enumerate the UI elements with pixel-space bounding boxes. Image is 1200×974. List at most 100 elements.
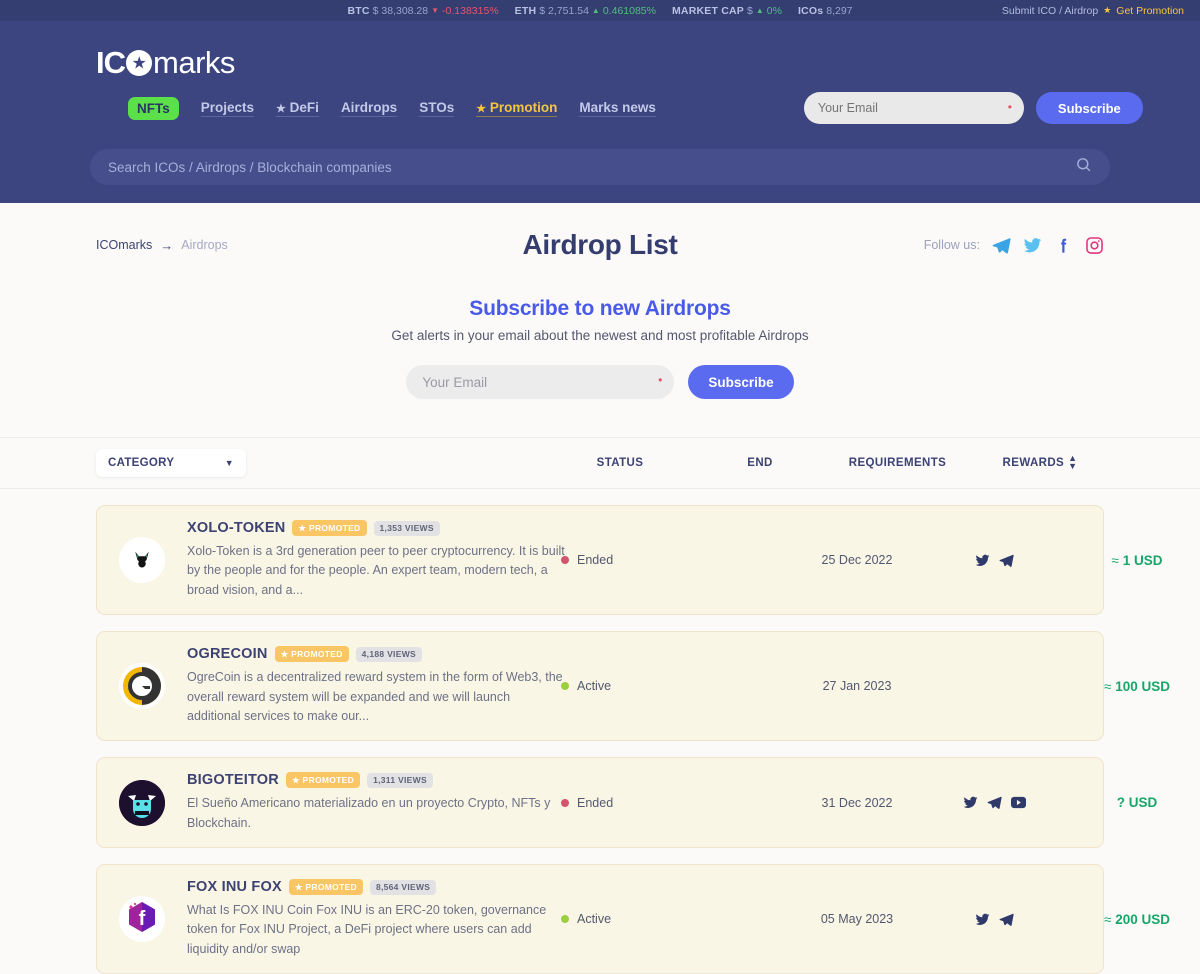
views-badge: 1,311 VIEWS — [367, 772, 433, 788]
subscribe-button[interactable]: Subscribe — [688, 365, 794, 399]
views-badge: 1,353 VIEWS — [373, 520, 440, 536]
status-dot-icon — [561, 556, 569, 565]
ticker-symbol: ETH — [514, 4, 537, 17]
ticker-change: 0% — [766, 4, 782, 17]
category-filter-dropdown[interactable]: CATEGORY ▼ — [96, 449, 246, 477]
status-label: Ended — [577, 795, 614, 810]
project-name[interactable]: XOLO-TOKEN — [187, 520, 285, 536]
ticker-item-market-cap: MARKET CAP $ ▲ 0% — [672, 5, 782, 17]
global-search-bar[interactable] — [90, 149, 1110, 185]
requirements-cell — [927, 553, 1062, 568]
twitter-icon[interactable] — [1023, 236, 1042, 255]
svg-text:f: f — [139, 908, 146, 930]
market-ticker-bar: BTC $ 38,308.28 ▼ -0.138315% ETH $ 2,751… — [0, 0, 1200, 21]
table-row[interactable]: f FOX INU FOX ★ PROMOTED 8,564 VIEWS Wha… — [96, 864, 1170, 974]
column-header-end: END — [747, 457, 773, 469]
follow-us-label: Follow us: — [923, 238, 980, 252]
promoted-badge: ★ PROMOTED — [285, 772, 361, 789]
foxinu-avatar: f — [119, 896, 165, 943]
required-asterisk-icon: • — [658, 373, 663, 387]
subscribe-title: Subscribe to new Airdrops — [469, 297, 731, 320]
arrow-up-icon: ▲ — [755, 5, 764, 15]
telegram-icon[interactable] — [999, 912, 1014, 927]
nav-item-label: Promotion — [489, 99, 558, 115]
reward-value: 200 USD — [1115, 911, 1170, 927]
subscribe-description: Get alerts in your email about the newes… — [391, 328, 809, 343]
ogrecoin-avatar — [119, 663, 165, 710]
youtube-icon[interactable] — [1011, 796, 1026, 809]
column-header-rewards-label: REWARDS — [1002, 457, 1065, 469]
promoted-badge: ★ PROMOTED — [274, 646, 349, 663]
page-body: ICOmarks → Airdrops Airdrop List Follow … — [0, 203, 1200, 974]
project-description: Xolo-Token is a 3rd generation peer to p… — [187, 544, 565, 597]
status-dot-icon — [561, 915, 569, 924]
nav-item-nfts[interactable]: NFTs — [128, 96, 179, 120]
follow-us: Follow us: — [924, 236, 1104, 255]
star-icon: ★ — [476, 102, 487, 115]
end-date-cell: 25 Dec 2022 — [821, 553, 893, 568]
end-date-cell: 31 Dec 2022 — [821, 795, 893, 810]
nav-item-projects[interactable]: Projects — [200, 100, 255, 117]
project-description: What Is FOX INU Coin Fox INU is an ERC-2… — [187, 903, 547, 956]
breadcrumb-home[interactable]: ICOmarks — [96, 238, 152, 252]
bigoteitor-avatar — [119, 779, 165, 826]
reward-cell: ? USD — [1072, 795, 1200, 810]
xolo-avatar — [119, 537, 165, 584]
twitter-icon[interactable] — [975, 912, 990, 927]
header-email-input[interactable] — [803, 92, 1024, 124]
header-subscribe-form: • Subscribe — [803, 92, 1143, 124]
end-date-cell: 27 Jan 2023 — [822, 679, 892, 694]
status-dot-icon — [561, 682, 569, 691]
icomarks-logo[interactable]: IC marks — [96, 47, 235, 78]
table-row[interactable]: XOLO-TOKEN ★ PROMOTED 1,353 VIEWS Xolo-T… — [96, 505, 1162, 616]
nav-item-marks-news[interactable]: Marks news — [579, 100, 656, 117]
ticker-change: 0.461085% — [602, 4, 656, 17]
facebook-icon[interactable] — [1054, 236, 1073, 255]
row-name-line: FOX INU FOX ★ PROMOTED 8,564 VIEWS — [187, 879, 567, 895]
nav-item-defi[interactable]: ★ DeFi — [276, 100, 319, 117]
status-cell: Ended — [561, 796, 721, 810]
twitter-icon[interactable] — [975, 553, 990, 568]
reward-cell: ≈ 1 USD — [1072, 553, 1200, 568]
row-info: FOX INU FOX ★ PROMOTED 8,564 VIEWS What … — [187, 879, 567, 959]
sort-arrows-icon[interactable]: ▲ ▼ — [1068, 454, 1077, 470]
project-name[interactable]: BIGOTEITOR — [187, 772, 279, 788]
ticker-symbol: BTC — [347, 4, 370, 17]
search-icon[interactable] — [1075, 156, 1092, 178]
reward-approx: ≈ — [1104, 911, 1112, 927]
subscribe-email-input[interactable] — [406, 365, 675, 399]
airdrop-list: XOLO-TOKEN ★ PROMOTED 1,353 VIEWS Xolo-T… — [0, 505, 1200, 974]
header-subscribe-button[interactable]: Subscribe — [1035, 92, 1143, 124]
chevron-down-icon: ▼ — [224, 458, 234, 468]
search-input[interactable] — [108, 159, 1075, 175]
arrow-up-icon: ▲ — [591, 5, 600, 15]
table-row[interactable]: BIGOTEITOR ★ PROMOTED 1,311 VIEWS El Sue… — [96, 757, 1157, 848]
project-description: OgreCoin is a decentralized reward syste… — [187, 670, 563, 723]
reward-approx: ≈ — [1111, 552, 1119, 568]
status-label: Active — [577, 679, 612, 694]
status-dot-icon — [561, 798, 569, 807]
telegram-icon[interactable] — [992, 236, 1011, 255]
nav-item-stos[interactable]: STOs — [419, 100, 455, 117]
star-icon: ★ — [276, 102, 286, 115]
row-name-line: BIGOTEITOR ★ PROMOTED 1,311 VIEWS — [187, 772, 567, 789]
column-header-rewards[interactable]: REWARDS ▲ ▼ — [975, 454, 1105, 470]
reward-value: 1 USD — [1122, 552, 1163, 568]
subscribe-section: Subscribe to new Airdrops Get alerts in … — [0, 263, 1200, 399]
ticker-price: 8,297 — [826, 4, 853, 17]
telegram-icon[interactable] — [987, 795, 1002, 810]
nav-item-promotion[interactable]: ★ Promotion — [476, 99, 558, 117]
ticker-item-icos: ICOs 8,297 — [798, 5, 853, 17]
telegram-icon[interactable] — [999, 553, 1014, 568]
submit-ico-link[interactable]: Submit ICO / Airdrop — [1002, 5, 1098, 17]
table-row[interactable]: OGRECOIN ★ PROMOTED 4,188 VIEWS OgreCoin… — [96, 631, 1170, 742]
get-promotion-link[interactable]: Get Promotion — [1116, 5, 1184, 17]
project-name[interactable]: OGRECOIN — [187, 646, 268, 662]
project-name[interactable]: FOX INU FOX — [187, 879, 282, 895]
nav-item-airdrops[interactable]: Airdrops — [340, 100, 398, 117]
twitter-icon[interactable] — [963, 795, 978, 810]
logo-container[interactable]: IC marks — [0, 21, 1200, 78]
instagram-icon[interactable] — [1085, 236, 1104, 255]
column-header-requirements: REQUIREMENTS — [848, 457, 947, 469]
row-info: XOLO-TOKEN ★ PROMOTED 1,353 VIEWS Xolo-T… — [187, 520, 567, 600]
